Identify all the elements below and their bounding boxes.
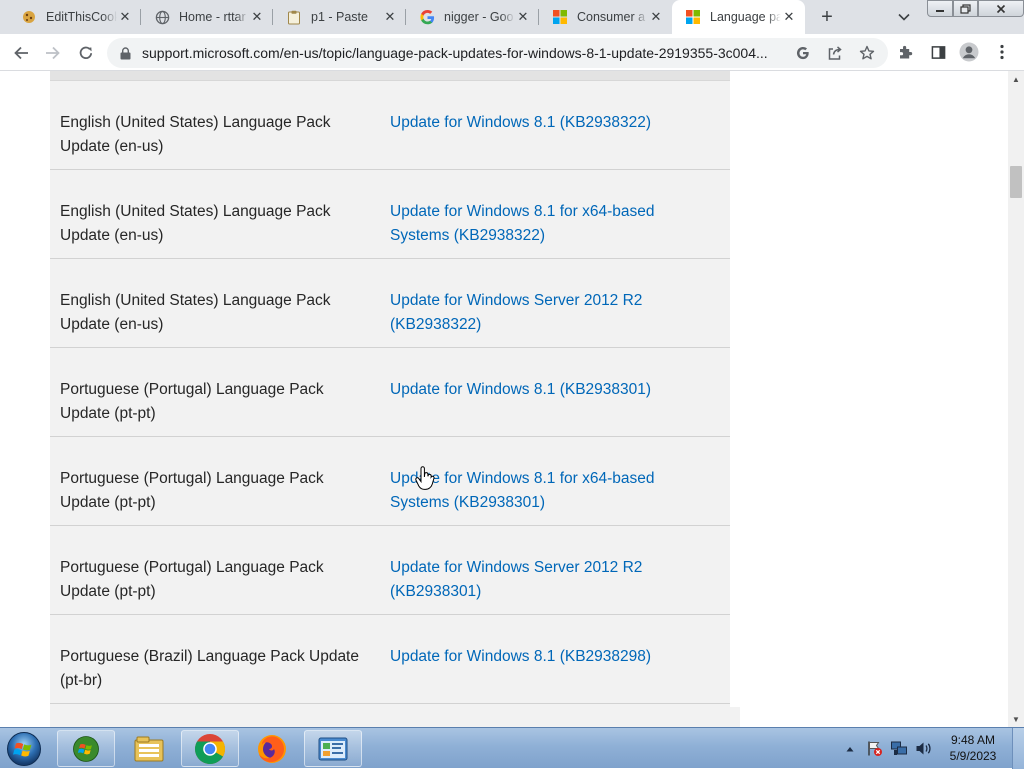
tab-home-rttar[interactable]: Home - rttar ✕ xyxy=(141,0,273,34)
taskbar-chrome[interactable] xyxy=(181,730,239,767)
table-row: English (United States) Language Pack Up… xyxy=(50,170,730,259)
tab-title: p1 - Paste xyxy=(311,10,368,24)
language-cell: Portuguese (Portugal) Language Pack Upda… xyxy=(60,559,324,600)
browser-toolbar: support.microsoft.com/en-us/topic/langua… xyxy=(0,34,1024,71)
scroll-up-arrow-icon[interactable]: ▲ xyxy=(1008,71,1024,87)
update-link[interactable]: Update for Windows 8.1 for x64-based Sys… xyxy=(390,200,690,248)
tab-title: Consumer a xyxy=(577,10,646,24)
update-link[interactable]: Update for Windows 8.1 (KB2938301) xyxy=(390,378,690,402)
bookmark-star-icon[interactable] xyxy=(856,42,878,64)
forward-button[interactable] xyxy=(40,40,66,66)
update-link[interactable]: Update for Windows Server 2012 R2 (KB293… xyxy=(390,289,690,337)
tab-consumer[interactable]: Consumer a ✕ xyxy=(539,0,672,34)
show-hidden-icons-arrow-icon[interactable] xyxy=(843,728,857,769)
taskbar-control-panel[interactable] xyxy=(304,730,362,767)
close-tab-icon[interactable]: ✕ xyxy=(117,9,133,25)
table-row: English (United States) Language Pack Up… xyxy=(50,259,730,348)
language-pack-table: English (United States) Language Pack Up… xyxy=(50,71,730,727)
tab-title: Home - rttar xyxy=(179,10,246,24)
language-cell: Portuguese (Portugal) Language Pack Upda… xyxy=(60,381,324,422)
lock-icon[interactable] xyxy=(118,46,132,60)
clipboard-icon xyxy=(286,9,302,25)
google-translate-icon[interactable] xyxy=(792,42,814,64)
update-link[interactable]: Update for Windows 8.1 for x64-based Sys… xyxy=(390,467,690,515)
scroll-down-arrow-icon[interactable]: ▼ xyxy=(1008,711,1024,727)
volume-speaker-icon[interactable] xyxy=(912,728,934,769)
vertical-scrollbar[interactable]: ▲ ▼ xyxy=(1008,71,1024,727)
tab-title: EditThisCookie xyxy=(46,10,117,24)
language-cell: English (United States) Language Pack Up… xyxy=(60,292,331,333)
table-row: Portuguese (Brazil) Language Pack Update… xyxy=(50,615,730,704)
taskbar-firefox[interactable] xyxy=(243,730,301,767)
close-tab-icon[interactable]: ✕ xyxy=(515,9,531,25)
close-window-button[interactable] xyxy=(978,0,1024,17)
window-controls xyxy=(927,0,1024,18)
network-icon[interactable] xyxy=(888,728,910,769)
extensions-puzzle-icon[interactable] xyxy=(895,41,917,63)
tab-language-pack[interactable]: Language pa ✕ xyxy=(672,0,805,34)
profile-avatar-icon[interactable] xyxy=(958,41,980,63)
action-center-flag-icon[interactable] xyxy=(864,728,884,769)
taskbar-start-menu-flag[interactable] xyxy=(57,730,115,767)
side-panel-icon[interactable] xyxy=(927,41,949,63)
system-clock[interactable]: 9:48 AM 5/9/2023 xyxy=(936,732,1010,764)
next-table-section xyxy=(340,707,740,727)
tab-p1-paste[interactable]: p1 - Paste ✕ xyxy=(273,0,406,34)
globe-icon xyxy=(154,9,170,25)
address-bar[interactable]: support.microsoft.com/en-us/topic/langua… xyxy=(107,38,888,68)
language-cell: English (United States) Language Pack Up… xyxy=(60,114,331,155)
tab-search-chevron-icon[interactable] xyxy=(894,7,914,27)
update-link[interactable]: Update for Windows 8.1 (KB2938322) xyxy=(390,111,690,135)
table-row: Portuguese (Portugal) Language Pack Upda… xyxy=(50,437,730,526)
table-header-strip xyxy=(50,71,730,81)
close-tab-icon[interactable]: ✕ xyxy=(781,9,797,25)
microsoft-icon xyxy=(552,9,568,25)
clock-date: 5/9/2023 xyxy=(949,749,997,763)
language-cell: Portuguese (Brazil) Language Pack Update… xyxy=(60,648,359,689)
table-row: English (United States) Language Pack Up… xyxy=(50,81,730,170)
close-tab-icon[interactable]: ✕ xyxy=(249,9,265,25)
close-tab-icon[interactable]: ✕ xyxy=(382,9,398,25)
language-cell: English (United States) Language Pack Up… xyxy=(60,203,331,244)
cookie-icon xyxy=(21,9,37,25)
scrollbar-thumb[interactable] xyxy=(1010,166,1022,198)
taskbar-file-explorer[interactable] xyxy=(120,730,178,767)
windows-taskbar: 9:48 AM 5/9/2023 xyxy=(0,727,1024,769)
microsoft-icon xyxy=(685,9,701,25)
back-button[interactable] xyxy=(8,40,34,66)
restore-button[interactable] xyxy=(953,0,978,17)
new-tab-button[interactable]: + xyxy=(815,5,839,29)
update-link[interactable]: Update for Windows 8.1 (KB2938298) xyxy=(390,645,690,669)
tab-strip: EditThisCookie ✕ Home - rttar ✕ p1 - Pas… xyxy=(0,0,1024,34)
page-viewport[interactable]: English (United States) Language Pack Up… xyxy=(0,71,1008,727)
update-link[interactable]: Update for Windows Server 2012 R2 (KB293… xyxy=(390,556,690,604)
tab-google-search[interactable]: nigger - Goo ✕ xyxy=(406,0,539,34)
tab-title: Language pa xyxy=(710,10,781,24)
reload-button[interactable] xyxy=(73,40,99,66)
url-text: support.microsoft.com/en-us/topic/langua… xyxy=(142,45,768,61)
table-row: Portuguese (Portugal) Language Pack Upda… xyxy=(50,526,730,615)
clock-time: 9:48 AM xyxy=(950,733,996,747)
tab-title: nigger - Goo xyxy=(444,10,514,24)
browser-menu-icon[interactable] xyxy=(991,41,1013,63)
tab-editthiscookie[interactable]: EditThisCookie ✕ xyxy=(8,0,141,34)
share-icon[interactable] xyxy=(824,42,846,64)
google-icon xyxy=(419,9,435,25)
minimize-button[interactable] xyxy=(927,0,953,17)
table-row: Portuguese (Portugal) Language Pack Upda… xyxy=(50,348,730,437)
show-desktop-button[interactable] xyxy=(1012,728,1024,769)
language-cell: Portuguese (Portugal) Language Pack Upda… xyxy=(60,470,324,511)
start-button[interactable] xyxy=(4,729,44,769)
close-tab-icon[interactable]: ✕ xyxy=(648,9,664,25)
